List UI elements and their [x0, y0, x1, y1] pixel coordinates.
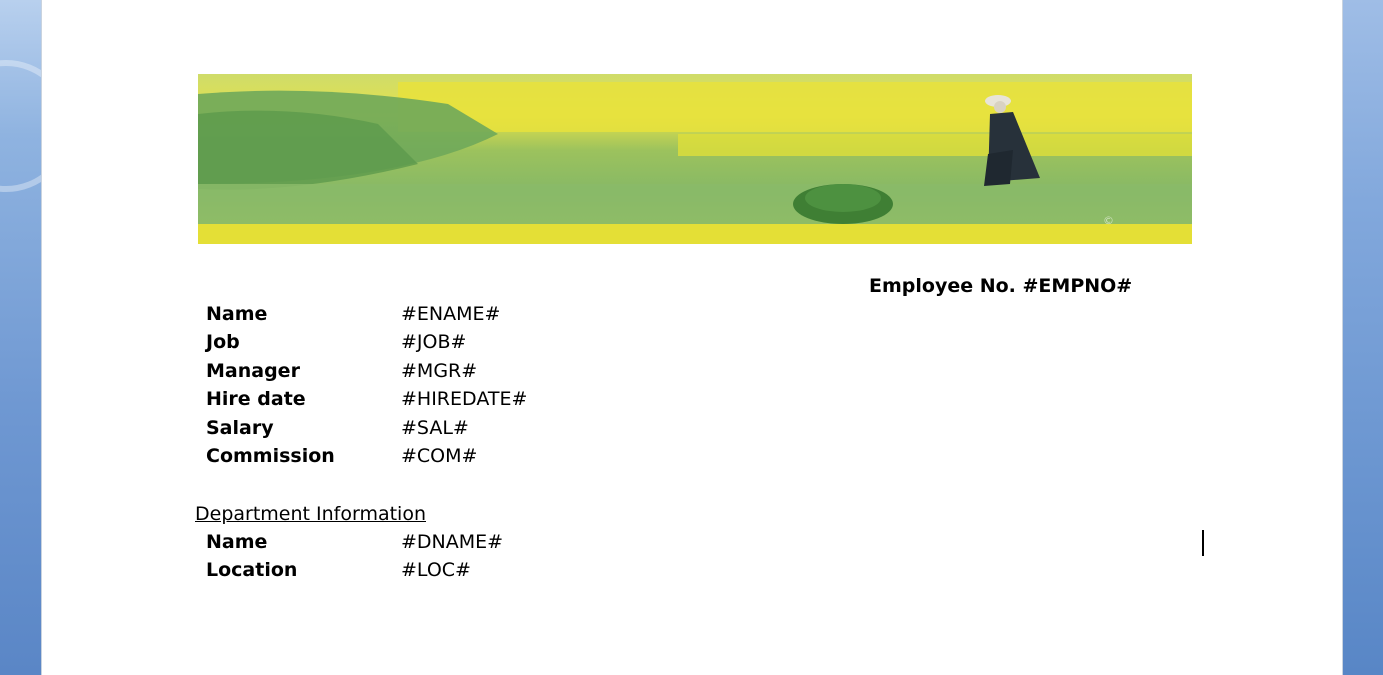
field-value-job: #JOB# — [401, 331, 467, 353]
field-label-job: Job — [206, 331, 240, 353]
window-frame-right — [1343, 0, 1383, 675]
document-page[interactable]: © Employee No. #EMPNO# Name #ENAME# Job … — [41, 0, 1343, 675]
field-value-com: #COM# — [401, 445, 478, 467]
employee-number-value: #EMPNO# — [1022, 275, 1133, 297]
field-label-commission: Commission — [206, 445, 335, 467]
banner-image: © — [198, 74, 1192, 244]
field-label-name: Name — [206, 303, 268, 325]
dept-field-label-name: Name — [206, 531, 268, 553]
field-value-sal: #SAL# — [401, 417, 469, 439]
employee-number: Employee No. #EMPNO# — [869, 275, 1132, 297]
field-value-mgr: #MGR# — [401, 360, 478, 382]
frame-decoration — [0, 60, 41, 192]
field-value-ename: #ENAME# — [401, 303, 501, 325]
employee-number-label: Employee No. — [869, 275, 1016, 297]
field-label-hire-date: Hire date — [206, 388, 306, 410]
field-label-salary: Salary — [206, 417, 274, 439]
window-frame-left — [0, 0, 41, 675]
svg-text:©: © — [1103, 214, 1114, 227]
dept-field-label-location: Location — [206, 559, 298, 581]
field-label-manager: Manager — [206, 360, 300, 382]
dept-field-value-dname: #DNAME# — [401, 531, 504, 553]
text-cursor — [1202, 530, 1204, 556]
field-value-hiredate: #HIREDATE# — [401, 388, 528, 410]
department-heading: Department Information — [195, 503, 426, 525]
dept-field-value-loc: #LOC# — [401, 559, 471, 581]
